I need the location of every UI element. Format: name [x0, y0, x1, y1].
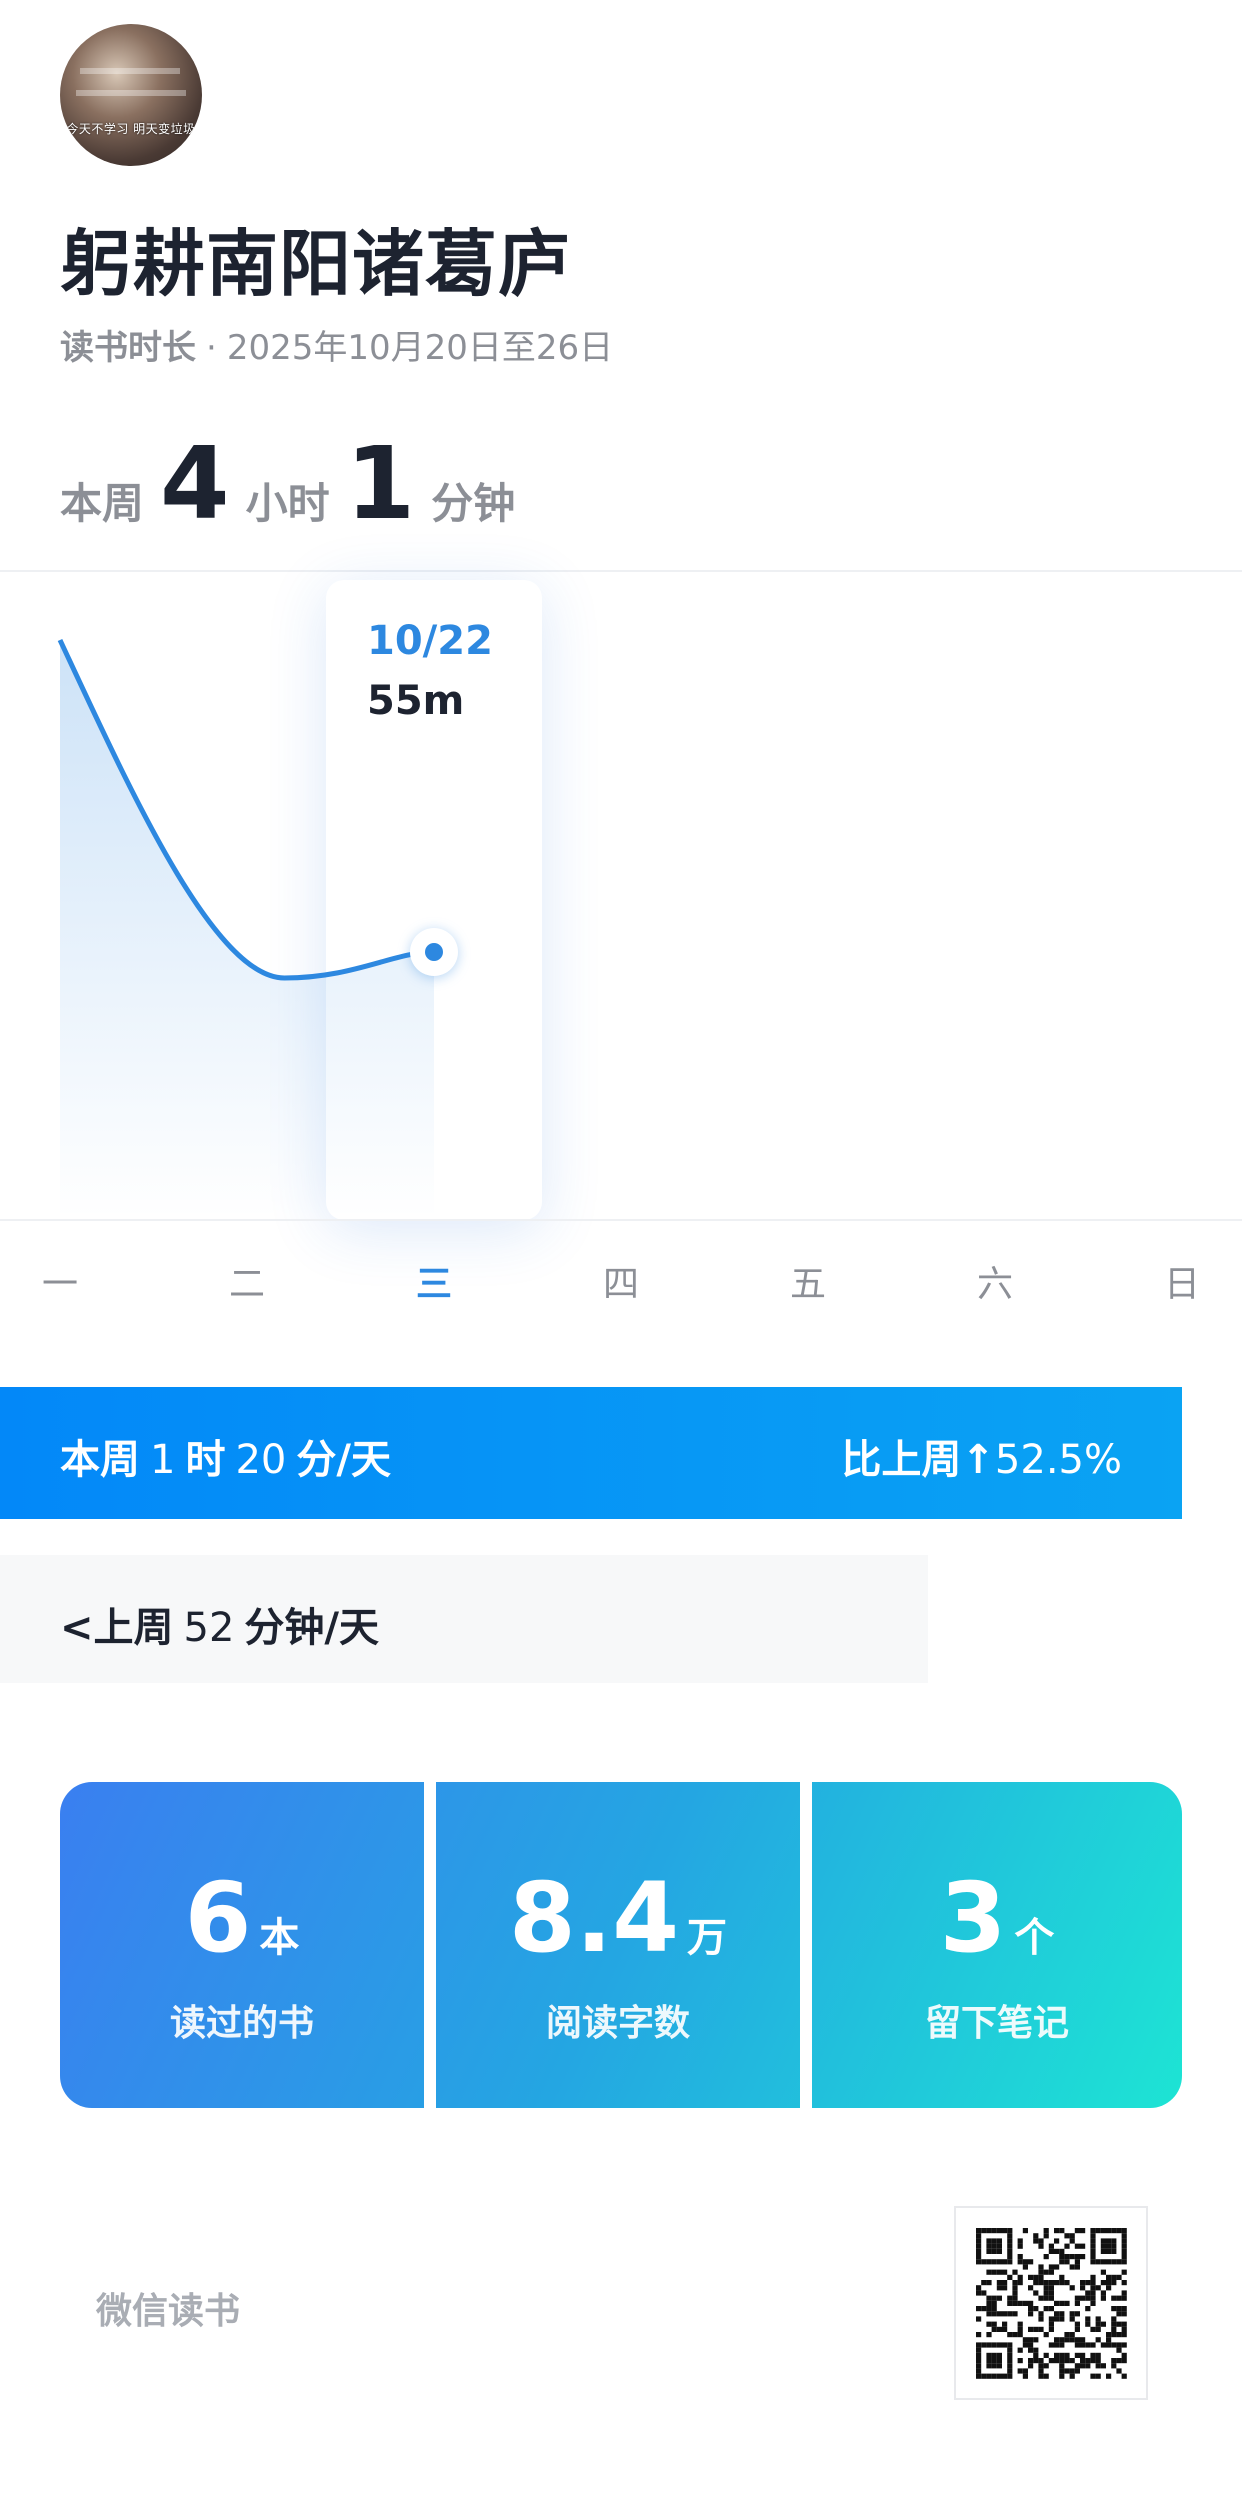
weekday-label[interactable]: 五: [768, 1255, 848, 1307]
stat-divider: [424, 1782, 436, 2108]
avatar-caption: 今天不学习 明天变垃圾: [66, 122, 196, 136]
weekly-average-unit: 分/天: [296, 1437, 391, 1483]
weekly-average-banner: 本周 1 时 20 分/天 比上周↑52.5%: [0, 1387, 1182, 1519]
stat-value: 3: [939, 1862, 1007, 1974]
avatar: 今天不学习 明天变垃圾: [60, 24, 202, 166]
week-total-prefix: 本周: [60, 479, 145, 528]
weekday-label[interactable]: 三: [394, 1255, 474, 1307]
stat-books-read: 6本 读过的书: [60, 1782, 424, 2108]
subtitle-separator: ·: [206, 328, 217, 368]
last-week-prefix: 上周: [93, 1605, 174, 1651]
weekday-label[interactable]: 一: [20, 1255, 100, 1307]
tooltip-date: 10/22: [367, 618, 493, 664]
week-total-minutes-unit: 分钟: [431, 479, 516, 528]
chevron-left-icon: <: [60, 1605, 94, 1651]
qr-code-icon: [954, 2206, 1148, 2400]
week-total: 本周 4 小时 1 分钟: [60, 425, 515, 542]
comparison-percent: 52.5%: [994, 1437, 1122, 1483]
week-comparison: 比上周↑52.5%: [841, 1427, 1122, 1485]
weekly-average-prefix: 本周: [60, 1437, 140, 1483]
stat-value: 6: [184, 1862, 252, 1974]
stat-notes: 3个 留下笔记: [812, 1782, 1182, 2108]
weekday-label[interactable]: 四: [581, 1255, 661, 1307]
stat-label: 阅读字数: [545, 2003, 690, 2044]
weekly-average: 本周 1 时 20 分/天: [60, 1427, 391, 1485]
weekday-label[interactable]: 二: [207, 1255, 287, 1307]
stat-unit: 本: [259, 1915, 300, 1961]
weekly-average-hours: 1: [150, 1437, 176, 1483]
avatar-shelf-line: [76, 90, 186, 96]
week-total-hours-unit: 小时: [245, 479, 330, 528]
stat-words-read: 8.4 万 阅读字数: [436, 1782, 800, 2108]
user-name: 躬耕南阳诸葛庐: [60, 222, 572, 306]
stat-unit: 万: [687, 1915, 728, 1961]
last-week-unit: 分钟/天: [244, 1605, 380, 1651]
last-week-button[interactable]: <上周 52 分钟/天: [0, 1555, 928, 1683]
weekday-label[interactable]: 六: [955, 1255, 1035, 1307]
reading-time-chart: [57, 638, 458, 1218]
stat-divider: [800, 1782, 812, 2108]
brand-name: 微信读书: [96, 2291, 241, 2332]
divider-chart-axis: [0, 1219, 1242, 1221]
chart-area: [60, 640, 434, 1218]
stat-value: 8.4: [508, 1862, 680, 1974]
weekly-average-minutes: 20: [235, 1437, 287, 1483]
tooltip-value: 55m: [367, 678, 465, 724]
report-subtitle: 读书时长 · 2025年10月20日至26日: [60, 320, 613, 369]
week-total-hours: 4: [160, 425, 230, 542]
avatar-shelf-line: [80, 68, 180, 74]
arrow-up-icon: ↑: [961, 1437, 995, 1483]
comparison-label: 比上周: [841, 1437, 962, 1483]
chart-point[interactable]: [425, 943, 443, 961]
stat-label: 留下笔记: [924, 2003, 1069, 2044]
last-week-minutes: 52: [183, 1605, 235, 1651]
date-range: 2025年10月20日至26日: [226, 328, 614, 368]
stat-label: 读过的书: [169, 2003, 314, 2044]
subtitle-label: 读书时长: [60, 328, 196, 368]
weekly-average-hours-unit: 时: [185, 1437, 226, 1483]
week-total-minutes: 1: [345, 425, 416, 542]
weekday-label[interactable]: 日: [1142, 1255, 1222, 1307]
stat-unit: 个: [1014, 1915, 1055, 1961]
reading-stats-panel: 6本 读过的书 8.4 万 阅读字数 3个 留下笔记: [60, 1782, 1182, 2108]
